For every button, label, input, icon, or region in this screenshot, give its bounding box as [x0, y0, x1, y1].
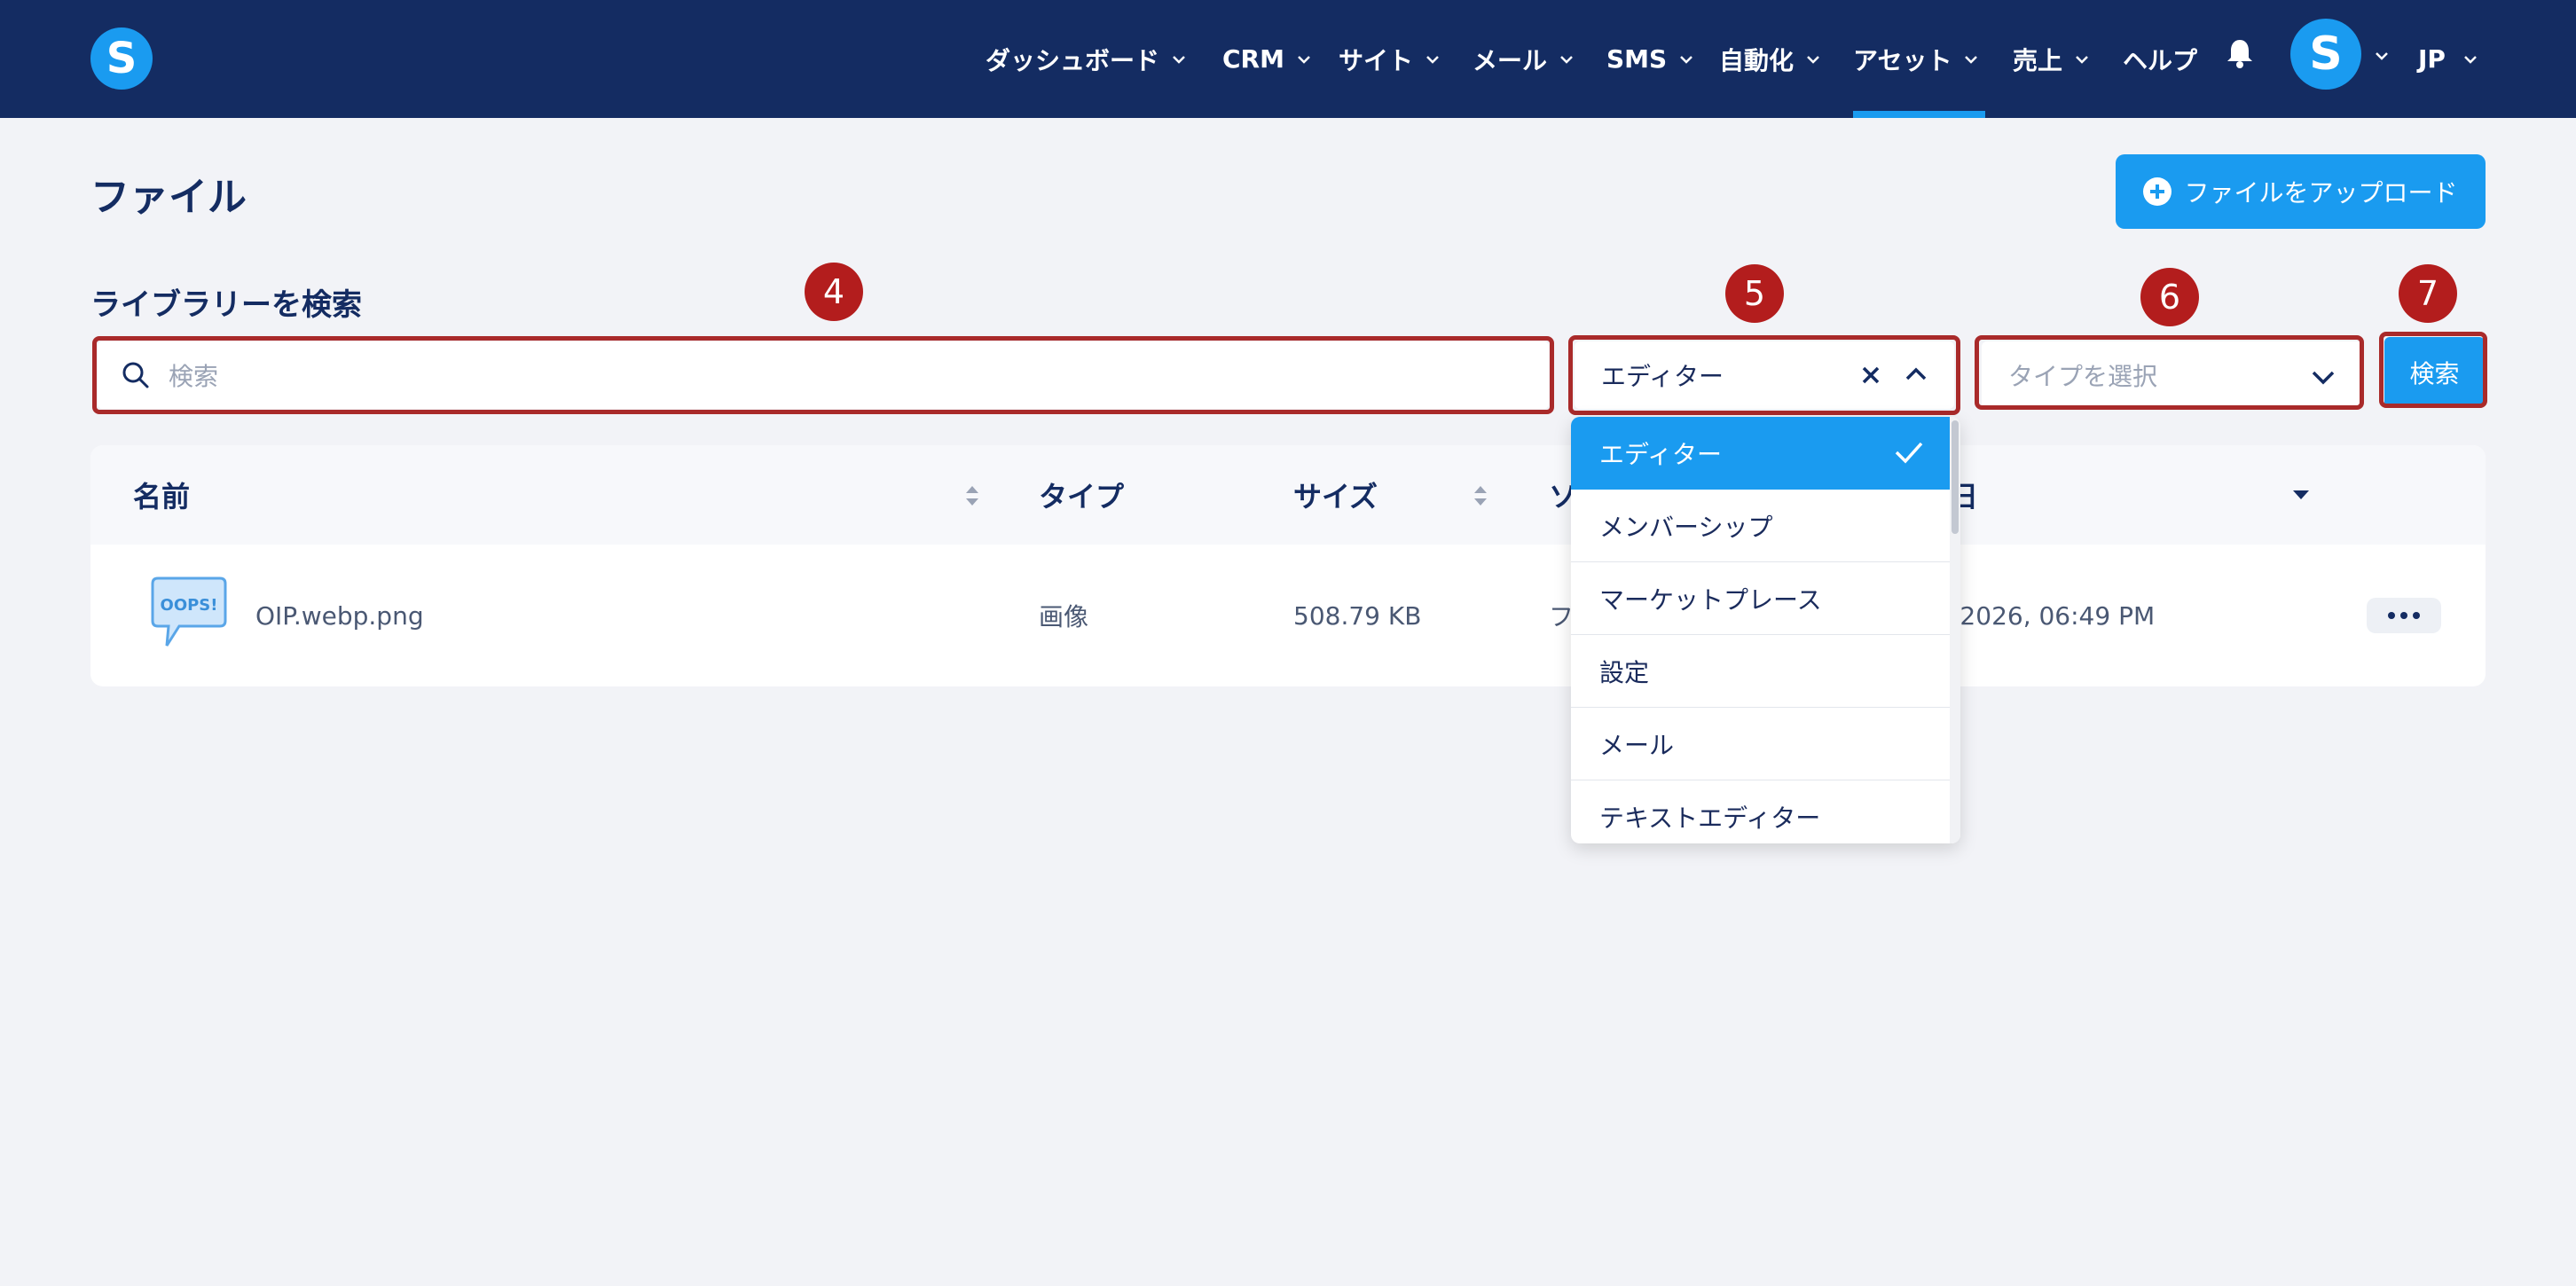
file-name[interactable]: OIP.webp.png [255, 545, 424, 686]
nav-item-crm[interactable]: CRM [1222, 0, 1313, 118]
nav-label: サイト [1339, 45, 1414, 75]
search-library-label: ライブラリーを検索 [90, 287, 362, 323]
file-type: 画像 [1039, 602, 1089, 631]
dot-icon [2413, 612, 2420, 619]
avatar[interactable]: S [2290, 19, 2361, 90]
more-options-button[interactable] [2367, 598, 2441, 633]
page-title: ファイル [90, 175, 247, 220]
chevron-down-icon [1965, 55, 1978, 64]
chevron-down-icon [2464, 55, 2477, 64]
chevron-down-icon [1173, 55, 1185, 64]
option-label: テキストエディター [1599, 804, 1821, 833]
table-row[interactable]: OOPS! OIP.webp.png 画像 508.79 KB フ /2026,… [90, 545, 2486, 686]
chevron-down-icon[interactable] [2373, 47, 2391, 65]
option-label: メール [1599, 730, 1675, 760]
file-source: フ [1549, 602, 1575, 631]
marker-5: 5 [1725, 264, 1784, 323]
upload-button-label: ファイルをアップロード [2184, 178, 2458, 208]
nav-label: メール [1473, 45, 1548, 75]
sort-icon[interactable] [963, 482, 981, 509]
nav-item-sms[interactable]: SMS [1606, 0, 1695, 118]
nav-label: CRM [1222, 44, 1284, 74]
caret-down-icon[interactable] [2291, 488, 2311, 502]
option-label: エディター [1599, 440, 1723, 469]
nav-item-sites[interactable]: サイト [1339, 0, 1441, 118]
highlight-outline [92, 336, 1554, 414]
app-logo[interactable]: S [90, 27, 153, 90]
check-icon [1895, 442, 1923, 464]
dropdown-option-membership[interactable]: メンバーシップ [1571, 490, 1950, 562]
chevron-down-icon [1807, 55, 1819, 64]
chevron-down-icon [1560, 55, 1573, 64]
files-table: 名前 タイプ サイズ ソ 日 OOPS! OIP.webp.png 画像 508… [90, 445, 2486, 686]
dropdown-option-marketplace[interactable]: マーケットプレース [1571, 562, 1950, 635]
highlight-outline [1975, 335, 2364, 410]
dropdown-option-text-editor[interactable]: テキストエディター [1571, 780, 1950, 843]
column-header-type: タイプ [1039, 480, 1125, 514]
file-thumbnail: OOPS! [151, 576, 227, 647]
column-header-name[interactable]: 名前 [133, 445, 190, 545]
option-label: 設定 [1599, 657, 1650, 687]
nav-item-assets[interactable]: アセット [1853, 0, 1980, 118]
nav-item-dashboard[interactable]: ダッシュボード [986, 0, 1188, 118]
nav-item-mail[interactable]: メール [1473, 0, 1575, 118]
nav-label: 売上 [2013, 45, 2063, 75]
nav-item-help[interactable]: ヘルプ [2123, 0, 2197, 118]
option-label: マーケットプレース [1599, 584, 1822, 615]
svg-text:OOPS!: OOPS! [161, 596, 218, 615]
marker-7: 7 [2399, 264, 2457, 323]
category-dropdown-menu: エディター メンバーシップ マーケットプレース 設定 メール テキストエディター [1571, 417, 1960, 843]
file-size: 508.79 KB [1293, 600, 1422, 631]
bell-icon[interactable] [2222, 35, 2258, 71]
file-date: /2026, 06:49 PM [1952, 600, 2156, 631]
nav-label: アセット [1853, 45, 1952, 75]
nav-label: ヘルプ [2123, 45, 2198, 75]
chevron-down-icon [1426, 55, 1439, 64]
plus-circle-icon [2143, 177, 2172, 206]
dropdown-option-editor[interactable]: エディター [1571, 417, 1950, 490]
dropdown-option-mail[interactable]: メール [1571, 708, 1950, 780]
dropdown-scrollbar[interactable] [1950, 417, 1960, 843]
sort-icon[interactable] [1472, 482, 1489, 509]
nav-active-indicator [1853, 111, 1985, 118]
language-label: JP [2418, 44, 2446, 74]
nav-label: 自動化 [1719, 45, 1795, 75]
nav-label: ダッシュボード [986, 45, 1160, 75]
dropdown-option-settings[interactable]: 設定 [1571, 635, 1950, 708]
language-selector[interactable]: JP [2418, 0, 2479, 118]
option-label: メンバーシップ [1599, 512, 1773, 542]
nav-item-automation[interactable]: 自動化 [1719, 0, 1822, 118]
column-header-size[interactable]: サイズ [1293, 445, 1378, 545]
nav-item-sales[interactable]: 売上 [2013, 0, 2091, 118]
upload-file-button[interactable]: ファイルをアップロード [2116, 154, 2486, 229]
nav-label: SMS [1606, 44, 1668, 74]
top-navigation-bar: S ダッシュボード CRM サイト メール SMS 自動化 アセット 売上 ヘル… [0, 0, 2576, 118]
dot-icon [2388, 612, 2395, 619]
highlight-outline [2379, 332, 2487, 408]
marker-6: 6 [2140, 268, 2199, 326]
chevron-down-icon [1680, 55, 1693, 64]
chevron-down-icon [2076, 55, 2088, 64]
scrollbar-thumb[interactable] [1952, 420, 1959, 534]
chevron-down-icon [1298, 55, 1310, 64]
dot-icon [2400, 612, 2407, 619]
marker-4: 4 [805, 263, 863, 321]
table-header: 名前 タイプ サイズ ソ 日 [90, 445, 2486, 545]
highlight-outline [1568, 335, 1960, 415]
